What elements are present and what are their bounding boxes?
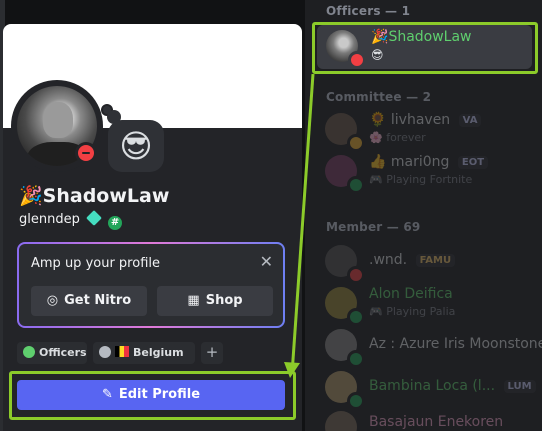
hypesquad-badge-icon[interactable] <box>86 210 102 226</box>
name-emoji: 👍 <box>369 154 387 170</box>
member-name: livhaven <box>390 112 451 128</box>
section-header-officers: Officers — 1 <box>326 4 411 18</box>
member-name: Alon Deifica <box>369 286 453 302</box>
add-role-button[interactable]: + <box>201 342 223 364</box>
member-name: .wnd. <box>369 252 408 268</box>
avatar <box>325 411 357 431</box>
server-tag: VA <box>458 114 482 127</box>
display-name: ShadowLaw <box>42 185 170 207</box>
member-name: Bambina Loca (l... <box>369 378 496 394</box>
hashtag-badge-icon[interactable]: # <box>108 216 123 230</box>
highlight-box-edit-profile <box>9 371 296 420</box>
close-icon[interactable]: ✕ <box>260 252 273 271</box>
server-tag: LUM <box>503 380 536 393</box>
shop-button[interactable]: ▦ Shop <box>157 286 273 316</box>
nitro-icon: ◎ <box>46 293 59 308</box>
highlight-box-officer <box>312 22 538 74</box>
gamepad-icon: 🎮 <box>369 305 383 318</box>
role-officers[interactable]: Officers <box>17 342 87 364</box>
member-name: Basajaun Enekoren <box>369 414 504 430</box>
custom-status-bubble[interactable]: 😎 <box>108 120 164 172</box>
belgium-flag-icon <box>115 346 129 357</box>
flower-icon: 🌸 <box>369 131 383 144</box>
sunglasses-emoji-icon: 😎 <box>119 127 153 165</box>
member-name: Az : Azure Iris Moonstone <box>369 336 542 352</box>
member-status-text: forever <box>386 131 426 144</box>
nitro-card-title: Amp up your profile <box>31 256 160 271</box>
member-row-wnd[interactable]: .wnd. FAMU <box>315 240 542 284</box>
member-row-alon-deifica[interactable]: Alon Deifica 🎮 Playing Palia <box>315 282 542 326</box>
member-row-mari0ng[interactable]: 👍 mari0ng EOT 🎮 Playing Fortnite <box>315 150 542 194</box>
shop-icon: ▦ <box>187 293 200 308</box>
gamepad-icon: 🎮 <box>369 173 383 186</box>
dnd-status-icon <box>75 142 97 164</box>
username[interactable]: glenndep <box>19 212 80 227</box>
section-header-committee: Committee — 2 <box>326 90 432 104</box>
server-tag: FAMU <box>415 254 456 267</box>
role-color-dot <box>23 346 35 358</box>
party-popper-icon: 🎉 <box>19 185 43 207</box>
status-indicator <box>347 176 365 194</box>
member-row-bambina[interactable]: Bambina Loca (l... LUM <box>315 366 542 410</box>
get-nitro-button[interactable]: ◎ Get Nitro <box>31 286 147 316</box>
role-belgium[interactable]: Belgium <box>93 342 195 364</box>
member-row-livhaven[interactable]: 🌻 livhaven VA 🌸 forever <box>315 108 542 152</box>
member-activity: Playing Palia <box>386 305 456 318</box>
member-activity: Playing Fortnite <box>386 173 473 186</box>
profile-popout: 😎 🎉ShadowLaw glenndep # Amp up your prof… <box>3 24 302 431</box>
name-emoji: 🌻 <box>369 112 387 128</box>
member-row-basajaun[interactable]: Basajaun Enekoren <box>315 406 542 431</box>
member-row-az-azure[interactable]: Az : Azure Iris Moonstone <box>315 324 542 368</box>
section-header-member: Member — 69 <box>326 220 421 234</box>
nitro-upsell-card: Amp up your profile ✕ ◎ Get Nitro ▦ Shop <box>17 242 285 328</box>
server-tag: EOT <box>457 156 489 169</box>
member-name: mari0ng <box>390 154 450 170</box>
role-color-dot <box>99 346 111 358</box>
